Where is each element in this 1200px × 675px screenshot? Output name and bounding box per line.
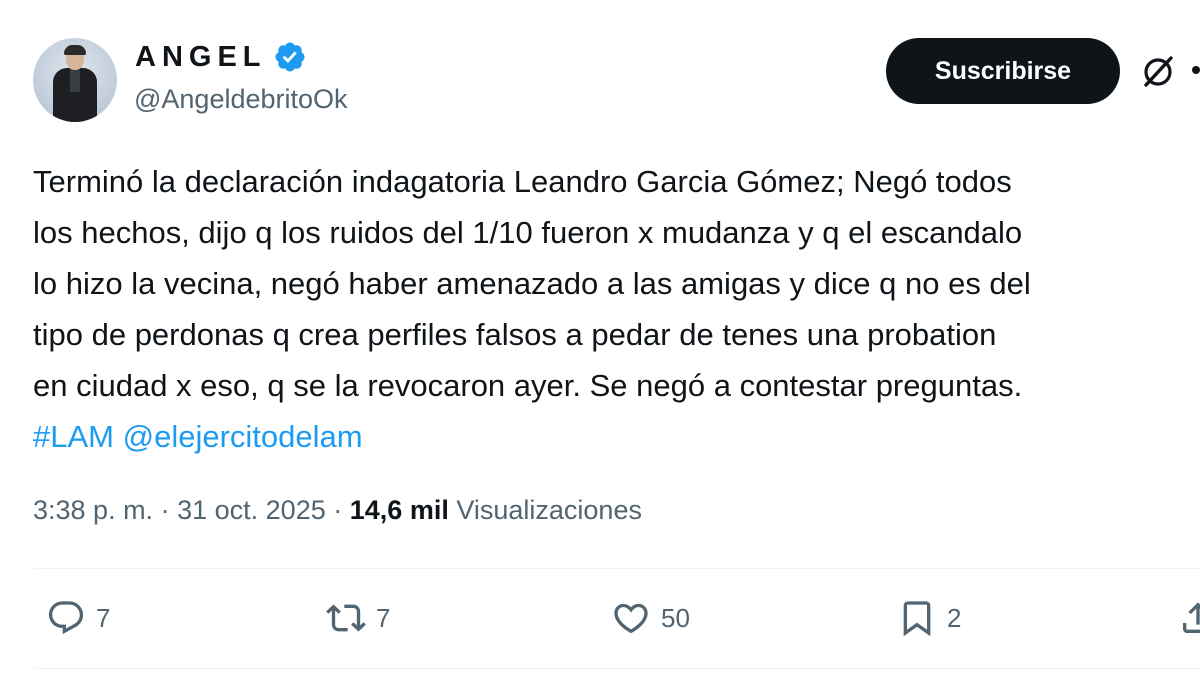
meta-separator: · [160, 495, 170, 525]
author-name-row[interactable]: ANGEL [135, 40, 307, 74]
reply-count: 7 [96, 602, 111, 633]
like-count: 50 [661, 602, 690, 633]
tweet-text-line: los hechos, dijo q los ruidos del 1/10 f… [33, 215, 1023, 250]
author-display-name[interactable]: ANGEL [135, 41, 267, 74]
hashtag-link[interactable]: #LAM [33, 419, 114, 454]
grok-icon[interactable] [1138, 52, 1178, 92]
bookmark-icon [903, 601, 931, 637]
heart-icon [614, 603, 648, 634]
bookmark-button[interactable]: 2 [897, 598, 961, 638]
tweet-text-line: Terminó la declaración indagatoria Leand… [33, 164, 1012, 199]
divider [33, 568, 1200, 569]
mention-link[interactable]: @elejercitodelam [123, 419, 363, 454]
retweet-icon [326, 604, 366, 632]
subscribe-button[interactable]: Suscribirse [886, 38, 1120, 104]
tweet-text: Terminó la declaración indagatoria Leand… [33, 156, 1200, 462]
reply-button[interactable]: 7 [46, 598, 110, 638]
tweet-date[interactable]: 31 oct. 2025 [177, 495, 326, 525]
like-button[interactable]: 50 [611, 598, 690, 638]
tweet-meta: 3:38 p. m. · 31 oct. 2025 · 14,6 mil Vis… [33, 495, 642, 526]
views-count: 14,6 mil [349, 495, 449, 525]
tweet-text-line: tipo de perdonas q crea perfiles falsos … [33, 317, 997, 352]
views-label: Visualizaciones [456, 495, 642, 525]
divider [33, 668, 1200, 669]
tweet-time[interactable]: 3:38 p. m. [33, 495, 153, 525]
avatar-figure-hair [64, 45, 86, 55]
more-icon[interactable] [1192, 66, 1200, 74]
share-button[interactable] [1178, 598, 1200, 638]
tweet-card: ANGEL @AngeldebritoOk Suscribirse Termin… [0, 0, 1200, 675]
tweet-text-line: en ciudad x eso, q se la revocaron ayer.… [33, 368, 1023, 403]
share-icon [1183, 602, 1200, 633]
retweet-count: 7 [376, 602, 391, 633]
avatar-figure-shirt [70, 70, 80, 92]
avatar[interactable] [33, 38, 117, 122]
retweet-button[interactable]: 7 [326, 598, 390, 638]
tweet-text-line: lo hizo la vecina, negó haber amenazado … [33, 266, 1031, 301]
bookmark-count: 2 [947, 602, 962, 633]
tweet-links-line: #LAM @elejercitodelam [33, 411, 1200, 462]
author-handle[interactable]: @AngeldebritoOk [134, 84, 348, 115]
meta-separator: · [333, 495, 343, 525]
reply-icon [48, 601, 84, 635]
verified-badge-icon [274, 42, 305, 72]
